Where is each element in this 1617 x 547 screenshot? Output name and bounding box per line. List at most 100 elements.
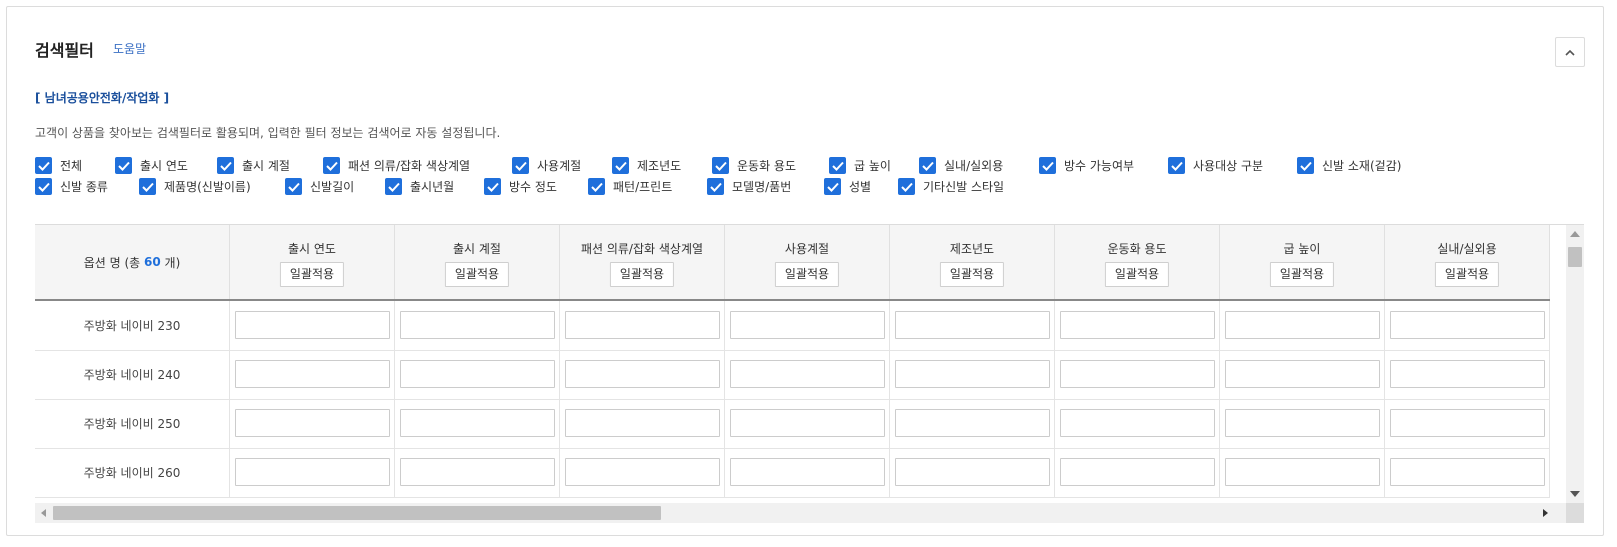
filter-checkbox[interactable]: 사용대상 구분 xyxy=(1168,157,1263,174)
checkbox-checked-icon[interactable] xyxy=(712,157,729,174)
filter-checkbox[interactable]: 기타신발 스타일 xyxy=(898,178,1004,195)
checkbox-checked-icon[interactable] xyxy=(612,157,629,174)
option-value-input[interactable] xyxy=(730,311,885,339)
apply-all-button[interactable]: 일괄적용 xyxy=(279,262,345,287)
option-value-input[interactable] xyxy=(235,458,390,486)
option-value-input[interactable] xyxy=(895,360,1050,388)
filter-checkbox[interactable]: 성별 xyxy=(824,178,871,195)
option-value-input[interactable] xyxy=(565,360,720,388)
scroll-down-icon[interactable] xyxy=(1570,491,1580,497)
filter-checkbox[interactable]: 출시년월 xyxy=(385,178,454,195)
horizontal-scroll-thumb[interactable] xyxy=(53,506,661,520)
option-value-input[interactable] xyxy=(1390,360,1545,388)
option-value-input[interactable] xyxy=(895,311,1050,339)
checkbox-checked-icon[interactable] xyxy=(898,178,915,195)
filter-checkbox[interactable]: 패턴/프린트 xyxy=(588,178,672,195)
apply-all-button[interactable]: 일괄적용 xyxy=(609,262,675,287)
checkbox-checked-icon[interactable] xyxy=(115,157,132,174)
checkbox-checked-icon[interactable] xyxy=(919,157,936,174)
horizontal-scrollbar[interactable] xyxy=(35,503,1566,523)
option-value-cell xyxy=(395,448,560,497)
option-value-input[interactable] xyxy=(1060,409,1215,437)
filter-checkbox[interactable]: 출시 계절 xyxy=(217,157,290,174)
filter-checkbox[interactable]: 신발길이 xyxy=(285,178,354,195)
apply-all-button[interactable]: 일괄적용 xyxy=(444,262,510,287)
apply-all-button[interactable]: 일괄적용 xyxy=(939,262,1005,287)
filter-checkbox[interactable]: 제품명(신발이름) xyxy=(139,178,251,195)
checkbox-checked-icon[interactable] xyxy=(1039,157,1056,174)
apply-all-button[interactable]: 일괄적용 xyxy=(1269,262,1335,287)
checkbox-checked-icon[interactable] xyxy=(484,178,501,195)
option-value-input[interactable] xyxy=(400,458,555,486)
filter-checkbox[interactable]: 굽 높이 xyxy=(829,157,891,174)
option-value-input[interactable] xyxy=(1390,409,1545,437)
option-value-input[interactable] xyxy=(1060,360,1215,388)
filter-checkbox[interactable]: 사용계절 xyxy=(512,157,581,174)
option-value-cell xyxy=(890,301,1055,350)
checkbox-checked-icon[interactable] xyxy=(1168,157,1185,174)
option-value-input[interactable] xyxy=(565,409,720,437)
apply-all-button[interactable]: 일괄적용 xyxy=(1434,262,1500,287)
apply-all-button[interactable]: 일괄적용 xyxy=(774,262,840,287)
option-value-input[interactable] xyxy=(1390,458,1545,486)
filter-checkbox[interactable]: 운동화 용도 xyxy=(712,157,796,174)
option-value-cell xyxy=(395,350,560,399)
checkbox-checked-icon[interactable] xyxy=(512,157,529,174)
option-value-input[interactable] xyxy=(400,409,555,437)
option-value-input[interactable] xyxy=(235,311,390,339)
filter-checkbox[interactable]: 실내/실외용 xyxy=(919,157,1003,174)
checkbox-checked-icon[interactable] xyxy=(707,178,724,195)
scroll-right-icon[interactable] xyxy=(1543,509,1548,517)
option-value-input[interactable] xyxy=(565,311,720,339)
option-value-cell xyxy=(1055,448,1220,497)
vertical-scroll-thumb[interactable] xyxy=(1568,247,1582,267)
checkbox-checked-icon[interactable] xyxy=(1297,157,1314,174)
checkbox-checked-icon[interactable] xyxy=(385,178,402,195)
option-value-input[interactable] xyxy=(1225,311,1380,339)
option-value-input[interactable] xyxy=(730,360,885,388)
filter-checkbox-label: 방수 정도 xyxy=(509,180,557,194)
option-value-input[interactable] xyxy=(235,409,390,437)
filter-checkbox[interactable]: 출시 연도 xyxy=(115,157,188,174)
option-value-input[interactable] xyxy=(1060,458,1215,486)
option-value-input[interactable] xyxy=(400,311,555,339)
checkbox-checked-icon[interactable] xyxy=(323,157,340,174)
checkbox-checked-icon[interactable] xyxy=(35,157,52,174)
column-header: 출시 연도 일괄적용 xyxy=(230,225,395,299)
vertical-scrollbar[interactable] xyxy=(1566,225,1584,503)
scroll-up-icon[interactable] xyxy=(1570,231,1580,237)
collapse-button[interactable] xyxy=(1555,37,1585,67)
filter-checkbox[interactable]: 방수 가능여부 xyxy=(1039,157,1134,174)
option-value-input[interactable] xyxy=(1225,360,1380,388)
option-value-input[interactable] xyxy=(730,458,885,486)
option-value-input[interactable] xyxy=(565,458,720,486)
filter-checkbox[interactable]: 모델명/품번 xyxy=(707,178,791,195)
option-value-input[interactable] xyxy=(400,360,555,388)
option-value-input[interactable] xyxy=(1390,311,1545,339)
filter-checkbox[interactable]: 신발 종류 xyxy=(35,178,108,195)
option-value-input[interactable] xyxy=(895,409,1050,437)
filter-checkbox[interactable]: 전체 xyxy=(35,157,82,174)
option-value-input[interactable] xyxy=(1060,311,1215,339)
option-name-cell: 주방화 네이비 260 xyxy=(35,448,230,497)
checkbox-checked-icon[interactable] xyxy=(829,157,846,174)
filter-checkbox-label: 패션 의류/잡화 색상계열 xyxy=(348,159,471,173)
filter-checkbox[interactable]: 패션 의류/잡화 색상계열 xyxy=(323,157,470,174)
checkbox-checked-icon[interactable] xyxy=(588,178,605,195)
option-value-input[interactable] xyxy=(1225,409,1380,437)
option-value-input[interactable] xyxy=(235,360,390,388)
checkbox-checked-icon[interactable] xyxy=(35,178,52,195)
option-value-input[interactable] xyxy=(1225,458,1380,486)
checkbox-checked-icon[interactable] xyxy=(824,178,841,195)
filter-checkbox[interactable]: 제조년도 xyxy=(612,157,681,174)
scroll-left-icon[interactable] xyxy=(41,509,46,517)
option-value-input[interactable] xyxy=(730,409,885,437)
filter-checkbox[interactable]: 신발 소재(겉감) xyxy=(1297,157,1401,174)
filter-checkbox[interactable]: 방수 정도 xyxy=(484,178,557,195)
option-value-input[interactable] xyxy=(895,458,1050,486)
checkbox-checked-icon[interactable] xyxy=(217,157,234,174)
help-link[interactable]: 도움말 xyxy=(113,40,146,57)
checkbox-checked-icon[interactable] xyxy=(139,178,156,195)
checkbox-checked-icon[interactable] xyxy=(285,178,302,195)
apply-all-button[interactable]: 일괄적용 xyxy=(1104,262,1170,287)
